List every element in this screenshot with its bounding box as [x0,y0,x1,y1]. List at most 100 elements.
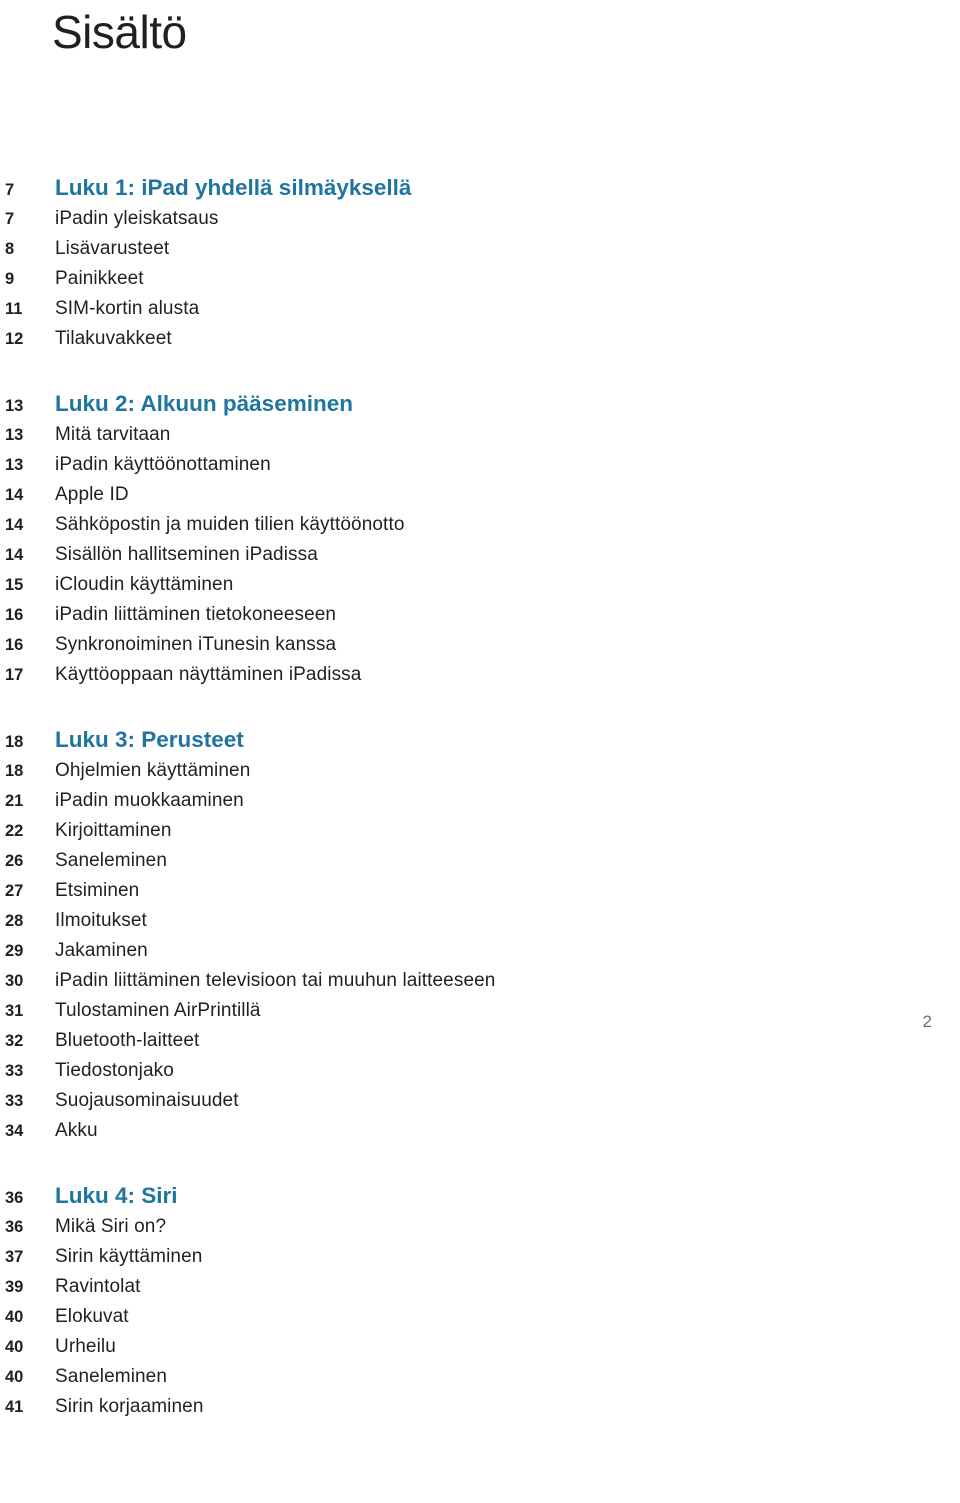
toc-entry-row[interactable]: 18 Ohjelmien käyttäminen [0,756,900,786]
toc-entry-row[interactable]: 33 Suojausominaisuudet [0,1086,900,1116]
toc-entry-page-number: 37 [5,1248,24,1266]
toc-entry-row[interactable]: 17 Käyttöoppaan näyttäminen iPadissa [0,660,900,690]
toc-entry-page-number: 14 [5,516,24,534]
toc-entry-row[interactable]: 16 iPadin liittäminen tietokoneeseen [0,600,900,630]
toc-entry-label: Lisävarusteet [55,238,170,259]
toc-entry-row[interactable]: 40 Saneleminen [0,1362,900,1392]
toc-entry-page-number: 11 [5,300,23,318]
toc-chapter-label: Luku 3: Perusteet [55,727,244,752]
toc-entry-page-number: 21 [5,792,24,810]
toc-entry-page-number: 36 [5,1218,24,1236]
toc-entry-row[interactable]: 34 Akku [0,1116,900,1146]
toc-entry-page-number: 39 [5,1278,24,1296]
page-number-folio: 2 [922,1012,932,1031]
toc-entry-row[interactable]: 13 iPadin käyttöönottaminen [0,450,900,480]
toc-chapter-row[interactable]: 7 Luku 1: iPad yhdellä silmäyksellä [0,172,900,204]
toc-entry-page-number: 41 [5,1398,24,1416]
toc-entry-row[interactable]: 29 Jakaminen [0,936,900,966]
toc-entry-page-number: 33 [5,1092,24,1110]
toc-entry-row[interactable]: 12 Tilakuvakkeet [0,324,900,354]
toc-section: 7 Luku 1: iPad yhdellä silmäyksellä 7 iPadi… [0,172,900,354]
toc-chapter-label: Luku 2: Alkuun pääseminen [55,391,353,416]
toc-entry-page-number: 40 [5,1338,24,1356]
toc-entry-label: iCloudin käyttäminen [55,574,234,595]
toc-entry-page-number: 15 [5,576,24,594]
toc-entry-label: Saneleminen [55,1366,168,1387]
toc-entry-label: Akku [55,1120,98,1141]
toc-chapter-row[interactable]: 18 Luku 3: Perusteet [0,724,900,756]
toc-entry-label: Ohjelmien käyttäminen [55,760,251,781]
toc-entry-row[interactable]: 28 Ilmoitukset [0,906,900,936]
toc-entry-row[interactable]: 32 Bluetooth-laitteet [0,1026,900,1056]
toc-entry-row[interactable]: 33 Tiedostonjako [0,1056,900,1086]
toc-entry-label: Mikä Siri on? [55,1216,167,1237]
toc-entry-label: Ilmoitukset [55,910,147,931]
toc-chapter-label: Luku 1: iPad yhdellä silmäyksellä [55,175,412,200]
toc-entry-page-number: 27 [5,882,24,900]
toc-entry-label: Tiedostonjako [55,1060,174,1081]
toc-entry-label: SIM-kortin alusta [55,298,200,319]
toc-entry-page-number: 40 [5,1368,24,1386]
toc-entry-label: iPadin muokkaaminen [55,790,244,811]
toc-entry-label: Sähköpostin ja muiden tilien käyttöönott… [55,514,405,535]
toc-entry-row[interactable]: 21 iPadin muokkaaminen [0,786,900,816]
toc-entry-label: Käyttöoppaan näyttäminen iPadissa [55,664,362,685]
toc-entry-page-number: 29 [5,942,24,960]
toc-entry-page-number: 28 [5,912,24,930]
toc-entry-label: Tulostaminen AirPrintillä [55,1000,261,1021]
toc-entry-page-number: 32 [5,1032,24,1050]
toc-entry-row[interactable]: 22 Kirjoittaminen [0,816,900,846]
toc-entry-page-number: 40 [5,1308,24,1326]
toc-entry-page-number: 22 [5,822,24,840]
toc-chapter-page-number: 18 [5,733,24,751]
toc-entry-row[interactable]: 40 Urheilu [0,1332,900,1362]
toc-chapter-label: Luku 4: Siri [55,1183,178,1208]
toc-entry-label: Sirin käyttäminen [55,1246,203,1267]
toc-entry-row[interactable]: 31 Tulostaminen AirPrintillä [0,996,900,1026]
toc-entry-row[interactable]: 40 Elokuvat [0,1302,900,1332]
toc-entry-page-number: 17 [5,666,24,684]
toc-entry-row[interactable]: 7 iPadin yleiskatsaus [0,204,900,234]
toc-section: 36 Luku 4: Siri 36 Mikä Siri on? 37 Sirin käy… [0,1180,900,1422]
toc-chapter-page-number: 13 [5,397,24,415]
toc-entry-row[interactable]: 39 Ravintolat [0,1272,900,1302]
toc-entry-row[interactable]: 16 Synkronoiminen iTunesin kanssa [0,630,900,660]
toc-entry-row[interactable]: 14 Sisällön hallitseminen iPadissa [0,540,900,570]
toc-entry-row[interactable]: 37 Sirin käyttäminen [0,1242,900,1272]
toc-entry-label: Painikkeet [55,268,144,289]
toc-chapter-page-number: 7 [5,181,15,199]
toc-entry-row[interactable]: 14 Sähköpostin ja muiden tilien käyttööno… [0,510,900,540]
toc-entry-page-number: 33 [5,1062,24,1080]
toc-entry-label: Synkronoiminen iTunesin kanssa [55,634,337,655]
toc-entry-label: Bluetooth-laitteet [55,1030,200,1051]
toc-entry-row[interactable]: 36 Mikä Siri on? [0,1212,900,1242]
table-of-contents: 7 Luku 1: iPad yhdellä silmäyksellä 7 iPadi… [0,172,900,1422]
toc-entry-label: Mitä tarvitaan [55,424,171,445]
toc-entry-row[interactable]: 8 Lisävarusteet [0,234,900,264]
toc-entry-row[interactable]: 14 Apple ID [0,480,900,510]
toc-entry-label: Kirjoittaminen [55,820,172,841]
toc-entry-label: Urheilu [55,1336,116,1357]
toc-entry-page-number: 13 [5,426,24,444]
toc-entry-row[interactable]: 15 iCloudin käyttäminen [0,570,900,600]
toc-entry-page-number: 30 [5,972,24,990]
toc-section: 13 Luku 2: Alkuun pääseminen 13 Mitä tarvit… [0,388,900,690]
toc-chapter-row[interactable]: 36 Luku 4: Siri [0,1180,900,1212]
toc-entry-row[interactable]: 13 Mitä tarvitaan [0,420,900,450]
toc-entry-label: Jakaminen [55,940,148,961]
toc-entry-label: Elokuvat [55,1306,129,1327]
toc-chapter-row[interactable]: 13 Luku 2: Alkuun pääseminen [0,388,900,420]
toc-entry-row[interactable]: 41 Sirin korjaaminen [0,1392,900,1422]
toc-entry-row[interactable]: 26 Saneleminen [0,846,900,876]
document-page: Sisältö 7 Luku 1: iPad yhdellä silmäyksel… [0,0,960,1503]
toc-entry-label: Etsiminen [55,880,140,901]
toc-entry-page-number: 14 [5,546,24,564]
toc-entry-page-number: 8 [5,240,15,258]
toc-entry-row[interactable]: 9 Painikkeet [0,264,900,294]
toc-entry-row[interactable]: 11 SIM-kortin alusta [0,294,900,324]
toc-entry-page-number: 31 [5,1002,24,1020]
toc-entry-page-number: 7 [5,210,15,228]
toc-entry-row[interactable]: 30 iPadin liittäminen televisioon tai muu… [0,966,900,996]
toc-entry-row[interactable]: 27 Etsiminen [0,876,900,906]
toc-section: 18 Luku 3: Perusteet 18 Ohjelmien käyttämin… [0,724,900,1146]
